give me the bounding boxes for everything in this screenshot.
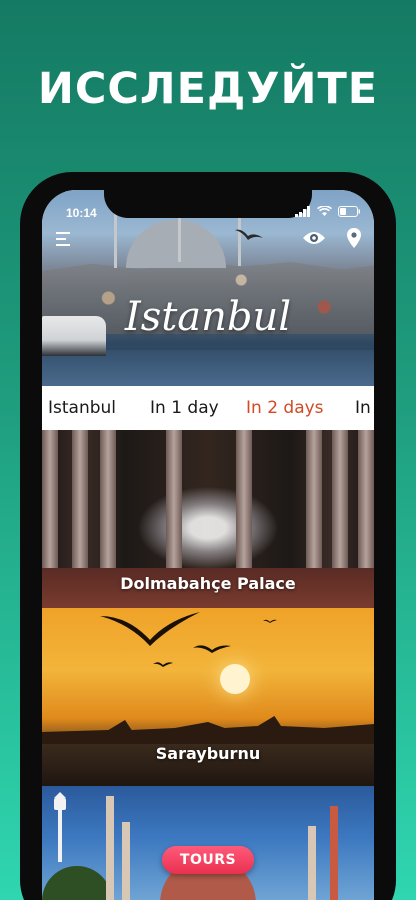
minaret xyxy=(122,822,130,900)
palace-column xyxy=(72,430,88,580)
wifi-icon xyxy=(317,206,332,216)
status-time: 10:14 xyxy=(66,206,97,220)
hero-banner: 10:14 Istanbul xyxy=(42,190,374,386)
sunset-sun xyxy=(220,664,250,694)
status-icons xyxy=(295,206,360,217)
menu-icon[interactable] xyxy=(56,232,74,246)
minaret xyxy=(106,796,114,900)
tab-in-more[interactable]: In xyxy=(355,398,371,418)
battery-icon xyxy=(338,206,360,217)
phone-notch xyxy=(104,172,312,218)
city-title: Istanbul xyxy=(124,294,292,340)
bird-icon xyxy=(153,662,173,667)
page-headline: ИССЛЕДУЙТЕ xyxy=(37,64,379,114)
palace-column xyxy=(332,430,348,580)
minaret xyxy=(308,826,316,900)
card-title: Sarayburnu xyxy=(155,744,261,763)
palace-column xyxy=(236,430,252,580)
location-pin-icon[interactable] xyxy=(347,228,361,248)
tours-button[interactable]: TOURS xyxy=(162,846,254,874)
palace-column xyxy=(358,430,374,580)
palace-column xyxy=(100,430,116,580)
tab-istanbul[interactable]: Istanbul xyxy=(48,398,116,418)
minaret xyxy=(330,806,338,900)
card-title: Dolmabahçe Palace xyxy=(120,574,296,593)
tab-in-2-days[interactable]: In 2 days xyxy=(246,398,324,418)
seagull-icon xyxy=(100,612,200,646)
app-screen: 10:14 Istanbul Istanbul In 1 day In 2 da… xyxy=(42,190,374,900)
place-card-dolmabahce[interactable]: Dolmabahçe Palace xyxy=(42,430,374,608)
place-card-sarayburnu[interactable]: Sarayburnu xyxy=(42,608,374,786)
bird-icon xyxy=(193,645,231,653)
sunset-skyline xyxy=(42,716,374,748)
palace-column xyxy=(42,430,58,580)
signal-icon xyxy=(295,206,310,217)
bird-icon xyxy=(263,619,277,623)
place-card-hagia-sophia[interactable] xyxy=(42,786,374,900)
park-tree xyxy=(42,866,112,900)
tab-in-1-day[interactable]: In 1 day xyxy=(150,398,219,418)
day-tabs: Istanbul In 1 day In 2 days In xyxy=(42,386,374,430)
eye-icon[interactable] xyxy=(302,230,326,246)
bird-icon xyxy=(235,229,263,240)
hero-minaret xyxy=(114,208,117,268)
hero-minaret xyxy=(178,212,181,262)
street-lamp-icon xyxy=(54,792,66,862)
palace-column xyxy=(166,430,182,580)
palace-column xyxy=(306,430,322,580)
hero-mosque xyxy=(126,220,226,268)
